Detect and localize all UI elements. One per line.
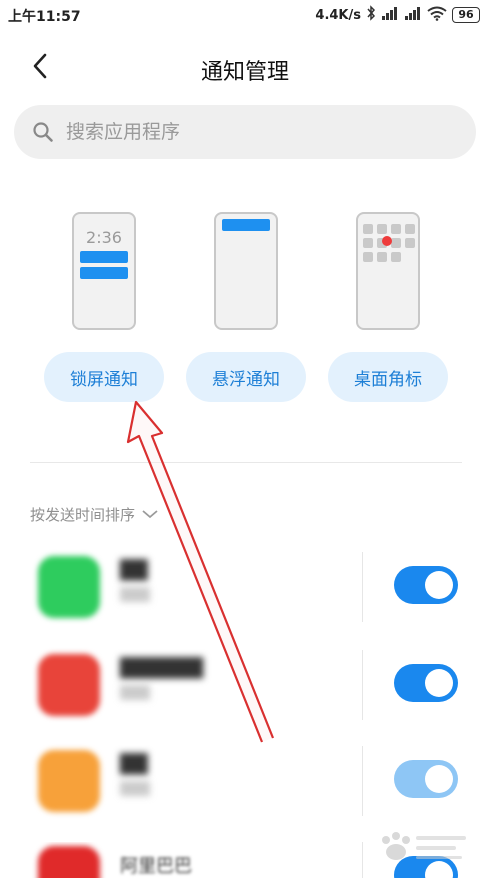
floating-preview-icon (214, 212, 278, 330)
row-separator (362, 650, 363, 720)
notification-toggle[interactable] (394, 566, 458, 604)
floating-notification-button[interactable]: 悬浮通知 (186, 352, 306, 402)
divider (30, 462, 462, 463)
app-icon (38, 556, 100, 618)
app-icon (38, 654, 100, 716)
app-name-blurred: ██ (120, 560, 148, 581)
page-title: 通知管理 (200, 60, 289, 85)
app-subtitle-blurred: ▒▒▒ (120, 782, 150, 797)
app-name-blurred: ██████ (120, 658, 204, 679)
search-input[interactable] (66, 121, 426, 143)
sort-label: 按发送时间排序 (30, 506, 136, 524)
status-time: 上午11:57 (8, 9, 81, 25)
chevron-down-icon (141, 506, 159, 524)
badge-notification-option: 桌面角标 (328, 212, 448, 402)
badge-notification-button[interactable]: 桌面角标 (328, 352, 448, 402)
notification-toggle[interactable] (394, 664, 458, 702)
app-subtitle-blurred: ▒▒▒ (120, 588, 150, 603)
search-bar[interactable] (14, 105, 476, 159)
badge-preview-icon (356, 212, 420, 330)
watermark-logo-icon (382, 832, 466, 860)
row-separator (362, 552, 363, 622)
lockscreen-notification-option: 2:36 锁屏通知 (44, 212, 164, 402)
lockscreen-preview-icon: 2:36 (72, 212, 136, 330)
app-icon (38, 846, 100, 878)
preview-time: 2:36 (86, 228, 122, 247)
status-right: 4.4K/s 96 (315, 5, 480, 25)
row-separator (362, 746, 363, 816)
list-item[interactable]: ██ ▒▒▒ (0, 552, 490, 648)
preview-notification-bar (222, 219, 270, 231)
app-name: 阿里巴巴 (120, 856, 192, 877)
network-speed: 4.4K/s (315, 7, 361, 23)
notification-toggle[interactable] (394, 760, 458, 798)
signal-icon (404, 6, 422, 24)
toggle-knob (425, 669, 453, 697)
wifi-icon (427, 6, 447, 25)
bluetooth-icon (366, 5, 376, 25)
status-bar: 上午11:57 4.4K/s 96 (0, 0, 490, 30)
row-separator (362, 842, 363, 878)
search-icon (32, 121, 54, 143)
signal-icon (381, 6, 399, 24)
app-icon (38, 750, 100, 812)
app-subtitle-blurred: ▒▒▒ (120, 686, 150, 701)
lockscreen-notification-button[interactable]: 锁屏通知 (44, 352, 164, 402)
header: 通知管理 (0, 40, 490, 98)
list-item[interactable]: ██████ ▒▒▒ (0, 650, 490, 746)
badge-dot-icon (382, 236, 392, 246)
preview-notification-bar (80, 251, 128, 263)
toggle-knob (425, 571, 453, 599)
floating-notification-option: 悬浮通知 (186, 212, 306, 402)
battery-icon: 96 (452, 7, 480, 23)
app-name-blurred: ██ (120, 754, 148, 775)
toggle-knob (425, 765, 453, 793)
sort-selector[interactable]: 按发送时间排序 (30, 504, 159, 525)
preview-notification-bar (80, 267, 128, 279)
